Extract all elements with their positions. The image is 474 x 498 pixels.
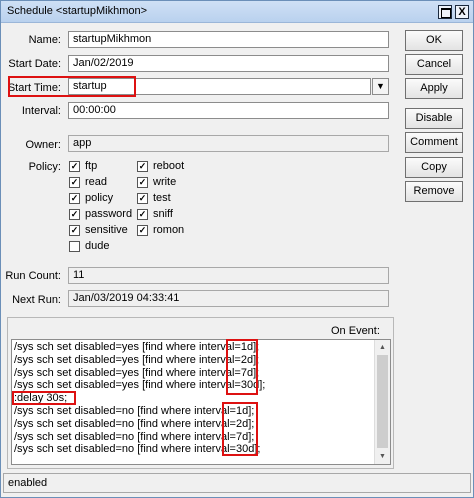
policy-checkbox-test[interactable]: ✓ test — [137, 192, 171, 204]
copy-button[interactable]: Copy — [405, 157, 463, 178]
highlight-delay — [12, 391, 76, 405]
policy-label-read: read — [85, 176, 108, 188]
policy-checkbox-ftp[interactable]: ✓ ftp — [69, 160, 97, 172]
scroll-up-icon[interactable]: ▲ — [375, 340, 390, 355]
checkmark-icon[interactable]: ✓ — [137, 208, 148, 220]
owner-label: Owner: — [25, 139, 61, 151]
checkmark-icon[interactable]: ✓ — [69, 176, 80, 188]
checkmark-icon[interactable]: ✓ — [137, 160, 148, 172]
policy-checkbox-reboot[interactable]: ✓ reboot — [137, 160, 184, 172]
close-icon[interactable]: X — [455, 5, 469, 19]
next-run-field: Jan/03/2019 04:33:41 — [68, 290, 389, 307]
run-count-field: 11 — [68, 267, 389, 284]
policy-label-dude: dude — [85, 240, 110, 252]
checkmark-icon[interactable]: ✓ — [69, 160, 80, 172]
scroll-down-icon[interactable]: ▼ — [375, 449, 390, 464]
policy-checkbox-sensitive[interactable]: ✓ sensitive — [69, 224, 128, 236]
policy-label-password: password — [85, 208, 133, 220]
highlight-start-time — [8, 76, 136, 97]
ok-button[interactable]: OK — [405, 30, 463, 51]
policy-checkbox-dude[interactable]: dude — [69, 240, 109, 252]
run-count-label: Run Count: — [5, 270, 61, 282]
schedule-window: Schedule <startupMikhmon> X Name: startu… — [0, 0, 474, 498]
policy-label-write: write — [153, 176, 177, 188]
chevron-down-icon[interactable]: ▼ — [372, 78, 389, 95]
remove-button[interactable]: Remove — [405, 181, 463, 202]
policy-checkbox-sniff[interactable]: ✓ sniff — [137, 208, 173, 220]
next-run-label: Next Run: — [12, 294, 61, 306]
script-line: /sys sch set disabled=no [find where int… — [14, 430, 255, 443]
policy-label-ftp: ftp — [85, 160, 98, 172]
disable-button[interactable]: Disable — [405, 108, 463, 129]
script-line: /sys sch set disabled=yes [find where in… — [14, 366, 260, 379]
checkmark-icon[interactable]: ✓ — [137, 176, 148, 188]
checkmark-icon[interactable]: ✓ — [69, 208, 80, 220]
vertical-scrollbar[interactable]: ▲ ▼ — [374, 340, 390, 464]
name-label: Name: — [28, 34, 61, 46]
script-line: /sys sch set disabled=no [find where int… — [14, 404, 255, 417]
empty-checkbox-icon[interactable] — [69, 240, 80, 252]
policy-label-policy: policy — [85, 192, 114, 204]
highlight-interval-disable — [226, 339, 258, 395]
owner-field: app — [68, 135, 389, 152]
start-date-label: Start Date: — [8, 58, 61, 70]
script-line: /sys sch set disabled=no [find where int… — [14, 417, 255, 430]
status-bar: enabled — [3, 473, 471, 493]
comment-button[interactable]: Comment — [405, 132, 463, 153]
policy-checkbox-password[interactable]: ✓ password — [69, 208, 132, 220]
script-line: /sys sch set disabled=yes [find where in… — [14, 341, 260, 353]
policy-label-reboot: reboot — [153, 160, 185, 172]
policy-label-sniff: sniff — [153, 208, 173, 220]
policy-label-romon: romon — [153, 224, 185, 236]
on-event-label: On Event: — [331, 325, 380, 337]
maximize-icon[interactable] — [438, 5, 452, 19]
scroll-thumb[interactable] — [377, 355, 388, 448]
title-bar[interactable]: Schedule <startupMikhmon> X — [1, 1, 473, 23]
status-text: enabled — [8, 477, 48, 489]
policy-checkbox-read[interactable]: ✓ read — [69, 176, 107, 188]
apply-button[interactable]: Apply — [405, 78, 463, 99]
highlight-interval-enable — [222, 402, 258, 456]
policy-checkbox-write[interactable]: ✓ write — [137, 176, 176, 188]
policy-label-test: test — [153, 192, 171, 204]
checkmark-icon[interactable]: ✓ — [137, 224, 148, 236]
interval-field[interactable]: 00:00:00 — [68, 102, 389, 119]
interval-label: Interval: — [21, 105, 61, 117]
checkmark-icon[interactable]: ✓ — [69, 192, 80, 204]
checkmark-icon[interactable]: ✓ — [137, 192, 148, 204]
name-field[interactable]: startupMikhmon — [68, 31, 389, 48]
policy-checkbox-policy[interactable]: ✓ policy — [69, 192, 113, 204]
cancel-button[interactable]: Cancel — [405, 54, 463, 75]
script-line: /sys sch set disabled=yes [find where in… — [14, 353, 260, 366]
start-date-field[interactable]: Jan/02/2019 — [68, 55, 389, 72]
policy-checkbox-romon[interactable]: ✓ romon — [137, 224, 184, 236]
policy-label: Policy: — [28, 161, 61, 173]
checkmark-icon[interactable]: ✓ — [69, 224, 80, 236]
window-title: Schedule <startupMikhmon> — [7, 5, 148, 17]
policy-label-sensitive: sensitive — [85, 224, 128, 236]
script-line: /sys sch set disabled=no [find where int… — [14, 443, 261, 456]
